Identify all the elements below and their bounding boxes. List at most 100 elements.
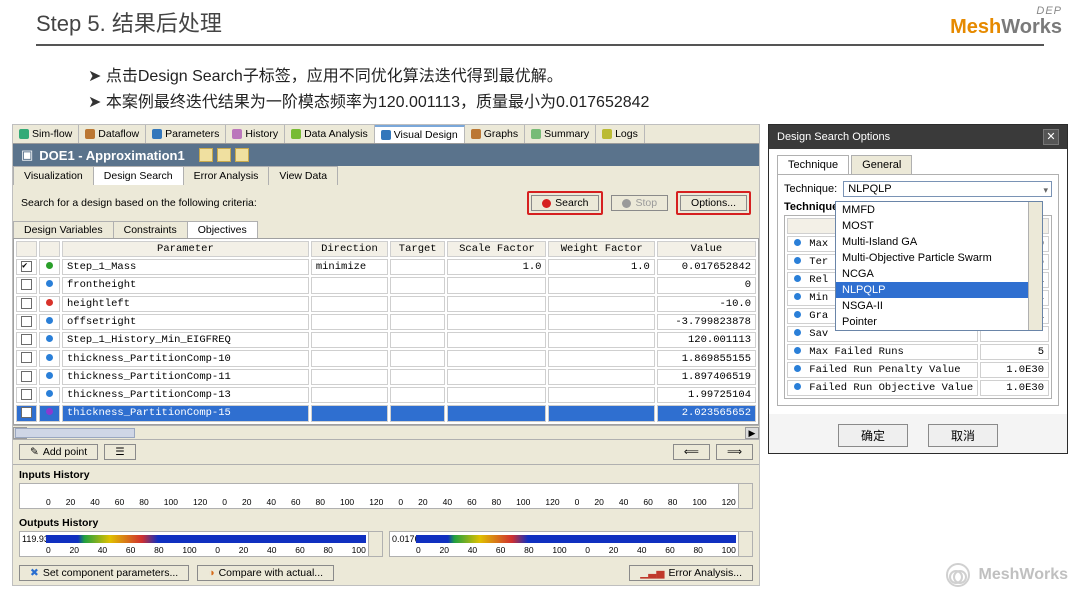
set-component-params-button[interactable]: ✖Set component parameters...: [19, 565, 189, 581]
technique-dropdown[interactable]: MMFDMOSTMulti-Island GAMulti-Objective P…: [835, 201, 1043, 331]
compare-actual-button[interactable]: ◑Compare with actual...: [197, 565, 334, 581]
module-tab-logs[interactable]: Logs: [596, 125, 645, 143]
dialog-title-bar[interactable]: Design Search Options ✕: [769, 125, 1067, 149]
prop-value[interactable]: 1.0E30: [980, 362, 1049, 378]
row-checkbox[interactable]: [21, 389, 32, 400]
option-mmfd[interactable]: MMFD: [836, 202, 1042, 218]
obj-tab-design-variables[interactable]: Design Variables: [13, 221, 114, 238]
row-checkbox[interactable]: [21, 334, 32, 345]
table-row[interactable]: thickness_PartitionComp-101.869855155: [16, 350, 756, 366]
col-value[interactable]: Value: [657, 241, 756, 257]
window-title-bar: ▣ DOE1 - Approximation1: [13, 144, 759, 166]
table-row[interactable]: frontheight0: [16, 277, 756, 293]
table-row[interactable]: heightleft-10.0: [16, 296, 756, 312]
row-checkbox[interactable]: [21, 316, 32, 327]
row-checkbox[interactable]: [21, 279, 32, 290]
v-scrollbar[interactable]: [738, 532, 752, 556]
tool-icon-2[interactable]: [217, 148, 231, 162]
prop-row[interactable]: Max Failed Runs5: [787, 344, 1049, 360]
outputs-history-axis-right[interactable]: 0.01762 020406080100020406080100: [389, 531, 753, 557]
tool-icon-3[interactable]: [235, 148, 249, 162]
inputs-history-axis[interactable]: 0204060801001200204060801001200204060801…: [19, 483, 753, 509]
row-color-dot: [46, 262, 53, 269]
module-tab-dataflow[interactable]: Dataflow: [79, 125, 146, 143]
outputs-history-title: Outputs History: [19, 515, 753, 531]
add-point-button[interactable]: ✎Add point: [19, 444, 98, 460]
option-ncga[interactable]: NCGA: [836, 266, 1042, 282]
col-weight-factor[interactable]: Weight Factor: [548, 241, 654, 257]
module-tab-data-analysis[interactable]: Data Analysis: [285, 125, 375, 143]
module-tab-history[interactable]: History: [226, 125, 285, 143]
option-most[interactable]: MOST: [836, 218, 1042, 234]
options-button[interactable]: Options...: [680, 195, 747, 211]
cell-dir: [311, 314, 388, 330]
option-nsga-ii[interactable]: NSGA-II: [836, 298, 1042, 314]
prop-value[interactable]: 1.0E30: [980, 380, 1049, 396]
compare-icon: ◑: [208, 567, 214, 579]
nav-next-button[interactable]: ⟹: [716, 444, 753, 460]
nav-prev-button[interactable]: ⟸: [673, 444, 710, 460]
close-icon[interactable]: ✕: [1043, 129, 1059, 145]
col-parameter[interactable]: Parameter: [62, 241, 309, 257]
h-scrollbar[interactable]: ◀ ▶: [13, 425, 759, 439]
cell-dir: [311, 369, 388, 385]
cell-target: [390, 350, 445, 366]
prop-row[interactable]: Failed Run Penalty Value1.0E30: [787, 362, 1049, 378]
ok-button[interactable]: 确定: [838, 424, 908, 447]
view-tab-view-data[interactable]: View Data: [268, 166, 338, 185]
cancel-button[interactable]: 取消: [928, 424, 998, 447]
tool-icon-1[interactable]: [199, 148, 213, 162]
col-target[interactable]: Target: [390, 241, 445, 257]
view-tab-error-analysis[interactable]: Error Analysis: [183, 166, 270, 185]
option-multi-island-ga[interactable]: Multi-Island GA: [836, 234, 1042, 250]
prop-row[interactable]: Failed Run Objective Value1.0E30: [787, 380, 1049, 396]
v-scrollbar[interactable]: [738, 484, 752, 508]
tick: 40: [90, 497, 99, 507]
dlg-tab-general[interactable]: General: [851, 155, 912, 174]
row-checkbox[interactable]: [21, 352, 32, 363]
option-multi-objective-particle-swarm[interactable]: Multi-Objective Particle Swarm: [836, 250, 1042, 266]
technique-select[interactable]: NLPQLP ▾: [843, 181, 1052, 197]
scroll-right-icon[interactable]: ▶: [745, 427, 759, 439]
error-analysis-button[interactable]: ▁▃▅Error Analysis...: [629, 565, 753, 581]
objective-tab-strip: Design VariablesConstraintsObjectives: [13, 221, 759, 238]
scroll-thumb[interactable]: [15, 428, 135, 438]
tick: 80: [492, 497, 501, 507]
option-nlpqlp[interactable]: NLPQLP: [836, 282, 1042, 298]
obj-tab-objectives[interactable]: Objectives: [187, 221, 258, 238]
view-tab-visualization[interactable]: Visualization: [13, 166, 94, 185]
tab-label: History: [245, 128, 278, 140]
table-row[interactable]: Step_1_Massminimize1.01.00.017652842: [16, 259, 756, 275]
module-tab-summary[interactable]: Summary: [525, 125, 596, 143]
search-button[interactable]: Search: [531, 195, 599, 211]
row-checkbox[interactable]: [21, 371, 32, 382]
view-tab-design-search[interactable]: Design Search: [93, 166, 184, 185]
obj-tab-constraints[interactable]: Constraints: [113, 221, 188, 238]
row-checkbox[interactable]: [21, 407, 32, 418]
outputs-history-axis-left[interactable]: 119.93 020406080100020406080100: [19, 531, 383, 557]
cell-sf: [447, 387, 546, 403]
table-row[interactable]: thickness_PartitionComp-111.897406519: [16, 369, 756, 385]
row-color-dot: [46, 317, 53, 324]
objectives-table[interactable]: ParameterDirectionTargetScale FactorWeig…: [13, 238, 759, 425]
v-scrollbar[interactable]: [368, 532, 382, 556]
module-tab-visual-design[interactable]: Visual Design: [375, 125, 465, 143]
module-tab-graphs[interactable]: Graphs: [465, 125, 525, 143]
col-scale-factor[interactable]: Scale Factor: [447, 241, 546, 257]
module-tab-parameters[interactable]: Parameters: [146, 125, 226, 143]
dlg-tab-technique[interactable]: Technique: [777, 155, 849, 174]
table-row[interactable]: thickness_PartitionComp-152.023565652: [16, 405, 756, 421]
table-row[interactable]: thickness_PartitionComp-131.99725104: [16, 387, 756, 403]
tool-btn-a[interactable]: ☰: [104, 444, 135, 460]
tab-label: Visual Design: [394, 129, 458, 141]
table-row[interactable]: Step_1_History_Min_EIGFREQ120.001113: [16, 332, 756, 348]
col-direction[interactable]: Direction: [311, 241, 388, 257]
dropdown-scrollbar[interactable]: [1028, 202, 1042, 330]
table-row[interactable]: offsetright-3.799823878: [16, 314, 756, 330]
color-strip: [416, 535, 736, 543]
prop-value[interactable]: 5: [980, 344, 1049, 360]
row-checkbox[interactable]: [21, 298, 32, 309]
row-checkbox[interactable]: [21, 261, 32, 272]
option-pointer[interactable]: Pointer: [836, 314, 1042, 330]
module-tab-sim-flow[interactable]: Sim-flow: [13, 125, 79, 143]
